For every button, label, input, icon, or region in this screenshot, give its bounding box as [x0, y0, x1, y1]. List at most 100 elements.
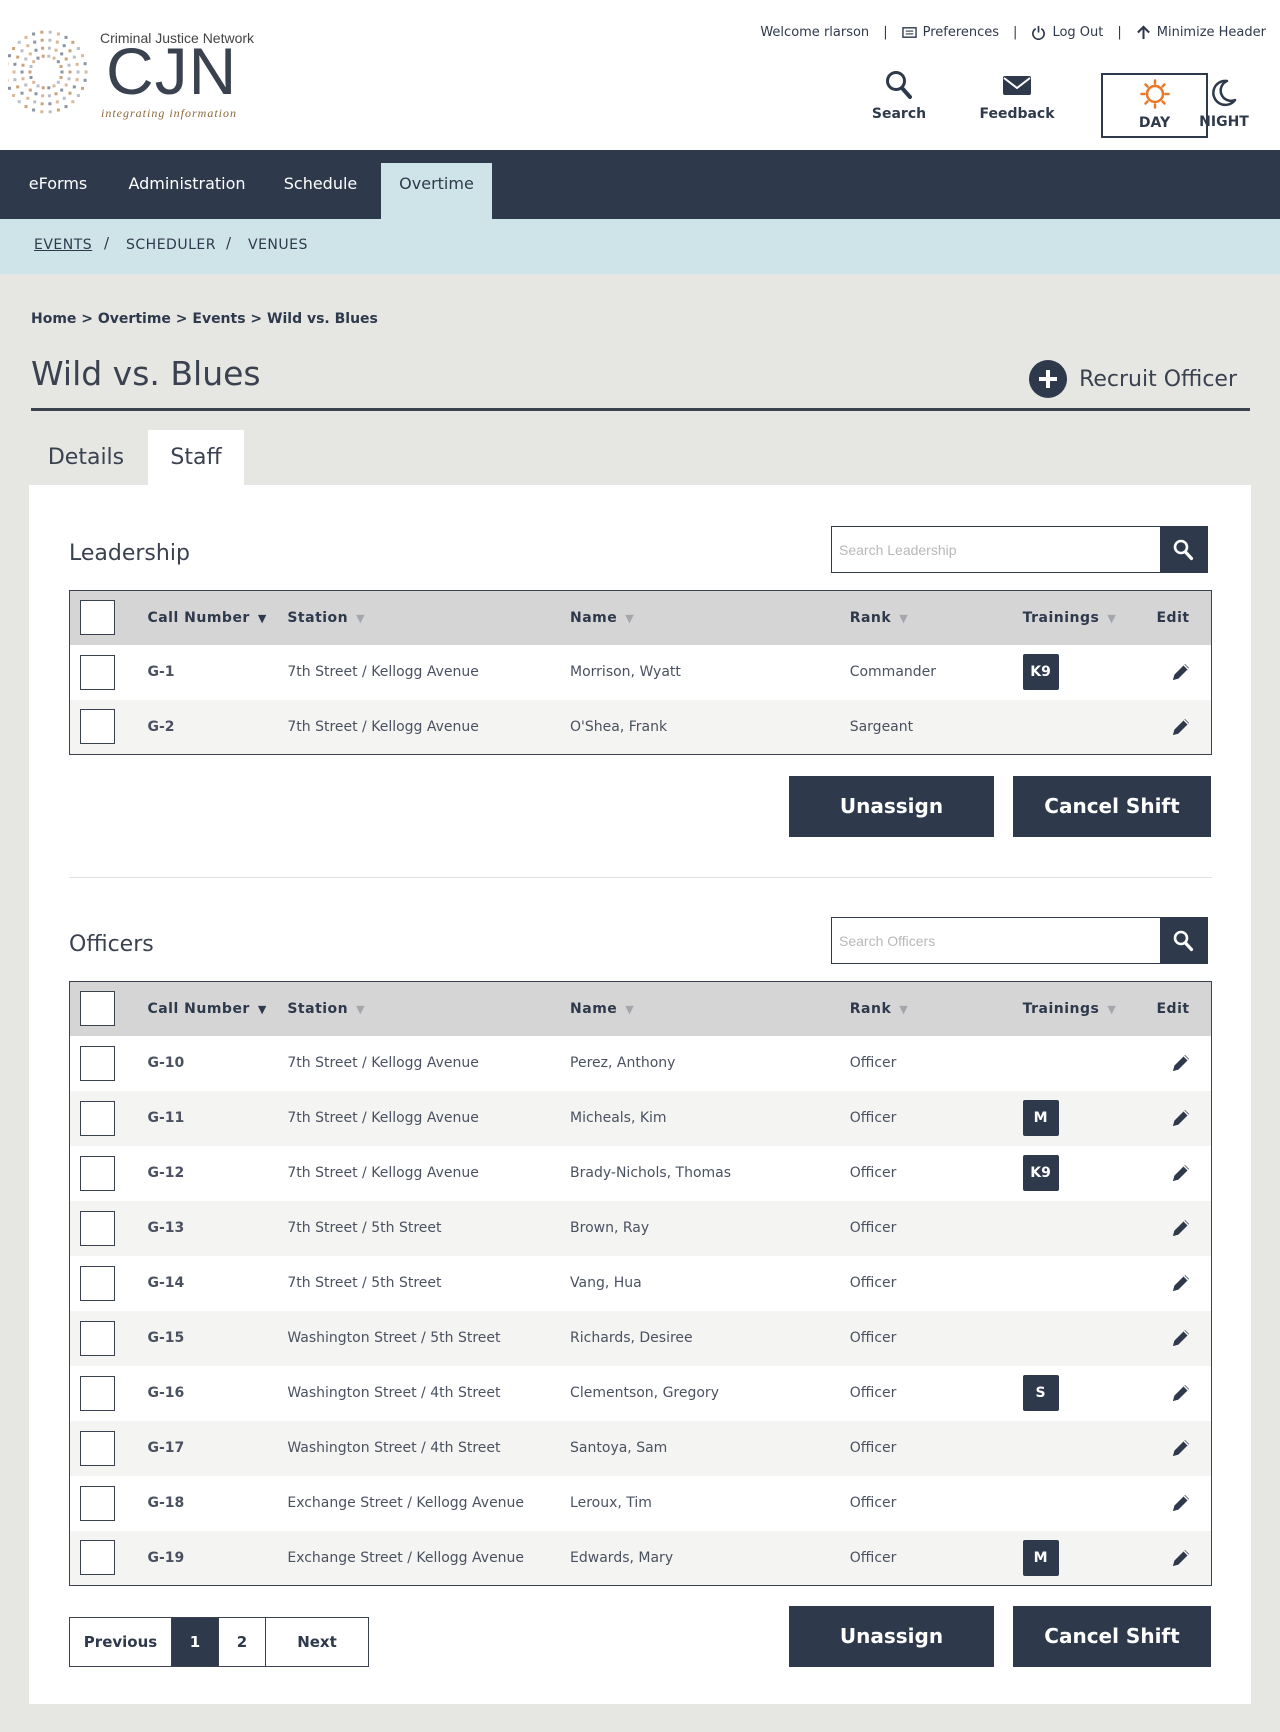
minimize-header-link[interactable]: Minimize Header: [1136, 25, 1266, 40]
pencil-icon[interactable]: [1170, 661, 1192, 683]
col-call-number[interactable]: Call Number ▼: [147, 981, 288, 1036]
search-icon: [886, 71, 912, 99]
row-checkbox[interactable]: [80, 709, 115, 745]
leadership-search-input[interactable]: [832, 527, 1160, 572]
logo-dot: [47, 46, 51, 50]
tab-staff[interactable]: Staff: [148, 430, 244, 486]
pencil-icon[interactable]: [1170, 1492, 1192, 1514]
col-station[interactable]: Station ▼: [287, 981, 571, 1036]
subnav-scheduler[interactable]: SCHEDULER: [126, 237, 216, 253]
table-row: G-17 Washington Street / 4th Street Santoy…: [69, 1420, 1212, 1476]
logo-dot: [48, 102, 52, 106]
logo-dot: [55, 40, 59, 44]
pencil-icon[interactable]: [1170, 716, 1192, 738]
tab-details[interactable]: Details: [40, 430, 132, 486]
nav-schedule[interactable]: Schedule: [258, 150, 383, 219]
logo-dot: [54, 92, 58, 96]
pencil-icon[interactable]: [1170, 1217, 1192, 1239]
select-all-checkbox[interactable]: [80, 600, 115, 636]
logo-dot: [40, 30, 44, 34]
nav-overtime[interactable]: Overtime: [381, 163, 492, 219]
pencil-icon[interactable]: [1170, 1107, 1192, 1129]
row-checkbox[interactable]: [80, 1155, 115, 1191]
col-rank-label: Rank: [849, 1000, 892, 1017]
officers-unassign-button[interactable]: Unassign: [789, 1606, 994, 1667]
col-trainings[interactable]: Trainings ▼: [1022, 981, 1157, 1036]
col-call-number[interactable]: Call Number ▼: [147, 590, 288, 645]
col-rank[interactable]: Rank ▼: [849, 981, 1023, 1036]
pencil-icon[interactable]: [1170, 1382, 1192, 1404]
pencil-icon[interactable]: [1170, 1162, 1192, 1184]
feedback-button-label: Feedback: [979, 106, 1055, 122]
training-badge: M: [1022, 1539, 1059, 1576]
preferences-link[interactable]: Preferences: [901, 25, 999, 40]
pencil-icon[interactable]: [1170, 1327, 1192, 1349]
row-checkbox[interactable]: [80, 1485, 115, 1521]
pencil-icon[interactable]: [1170, 1547, 1192, 1569]
officers-cancel-shift-button[interactable]: Cancel Shift: [1013, 1606, 1211, 1667]
feedback-button[interactable]: Feedback: [964, 70, 1070, 136]
logo-dot: [64, 57, 68, 61]
logo-dot: [59, 65, 63, 68]
row-checkbox[interactable]: [80, 654, 115, 690]
nav-administration[interactable]: Administration: [116, 150, 258, 219]
separator: |: [883, 25, 888, 40]
night-mode-button[interactable]: NIGHT: [1171, 78, 1277, 144]
row-checkbox[interactable]: [80, 1100, 115, 1136]
row-checkbox[interactable]: [80, 1430, 115, 1466]
row-checkbox[interactable]: [80, 1540, 115, 1576]
col-name[interactable]: Name ▼: [570, 590, 850, 645]
officers-search-button[interactable]: [1160, 918, 1207, 963]
col-call-number-label: Call Number: [147, 609, 250, 626]
row-checkbox[interactable]: [80, 1375, 115, 1411]
search-button[interactable]: Search: [846, 70, 952, 136]
pager-page-1[interactable]: 1: [172, 1618, 219, 1666]
station-cell: 7th Street / Kellogg Avenue: [287, 644, 571, 700]
pencil-icon[interactable]: [1170, 1437, 1192, 1459]
officers-search-input[interactable]: [832, 918, 1160, 963]
logout-link[interactable]: Log Out: [1031, 25, 1103, 40]
col-name[interactable]: Name ▼: [570, 981, 850, 1036]
logo-dot: [48, 110, 52, 114]
row-checkbox[interactable]: [80, 1045, 115, 1081]
select-all-checkbox[interactable]: [80, 991, 115, 1027]
nav-eforms[interactable]: eForms: [0, 150, 116, 219]
row-checkbox[interactable]: [80, 1210, 115, 1246]
table-row: G-11 7th Street / Kellogg Avenue Micheals,…: [69, 1090, 1212, 1146]
logo-dot: [60, 70, 64, 74]
cjn-logo[interactable]: Criminal Justice Network CJN integrating…: [8, 22, 258, 122]
pager-next[interactable]: Next: [266, 1618, 368, 1666]
table-row: G-2 7th Street / Kellogg Avenue O'Shea, Fr…: [69, 699, 1212, 755]
rank-cell: Officer: [849, 1365, 1023, 1421]
logo-dot: [41, 86, 45, 90]
col-name-label: Name: [570, 609, 618, 626]
rank-cell: Officer: [849, 1145, 1023, 1201]
col-edit-label: Edit: [1156, 1000, 1190, 1017]
breadcrumb[interactable]: Home > Overtime > Events > Wild vs. Blue…: [31, 311, 378, 327]
pager-page-2[interactable]: 2: [219, 1618, 266, 1666]
col-trainings[interactable]: Trainings ▼: [1022, 590, 1157, 645]
trainings-cell: [1022, 1200, 1157, 1256]
title-divider: [31, 408, 1250, 411]
col-rank[interactable]: Rank ▼: [849, 590, 1023, 645]
subnav-venues[interactable]: VENUES: [248, 237, 308, 253]
recruit-officer-button[interactable]: Recruit Officer: [1029, 360, 1237, 398]
leadership-cancel-shift-button[interactable]: Cancel Shift: [1013, 776, 1211, 837]
pencil-icon[interactable]: [1170, 1052, 1192, 1074]
subnav-events[interactable]: EVENTS: [34, 237, 92, 253]
pencil-icon[interactable]: [1170, 1272, 1192, 1294]
logo-dot: [76, 94, 80, 97]
rank-cell: Sargeant: [849, 699, 1023, 755]
leadership-unassign-button[interactable]: Unassign: [789, 776, 994, 837]
row-checkbox[interactable]: [80, 1320, 115, 1356]
logo-dot: [36, 84, 40, 88]
logo-dot: [75, 78, 79, 82]
col-station[interactable]: Station ▼: [287, 590, 571, 645]
trainings-cell: [1022, 1420, 1157, 1476]
edit-cell: [1156, 1145, 1212, 1201]
sort-down-icon: ▼: [257, 611, 267, 625]
table-row: G-13 7th Street / 5th Street Brown, Ray Off…: [69, 1200, 1212, 1256]
leadership-search-button[interactable]: [1160, 527, 1207, 572]
pager-previous[interactable]: Previous: [70, 1618, 172, 1666]
row-checkbox[interactable]: [80, 1265, 115, 1301]
